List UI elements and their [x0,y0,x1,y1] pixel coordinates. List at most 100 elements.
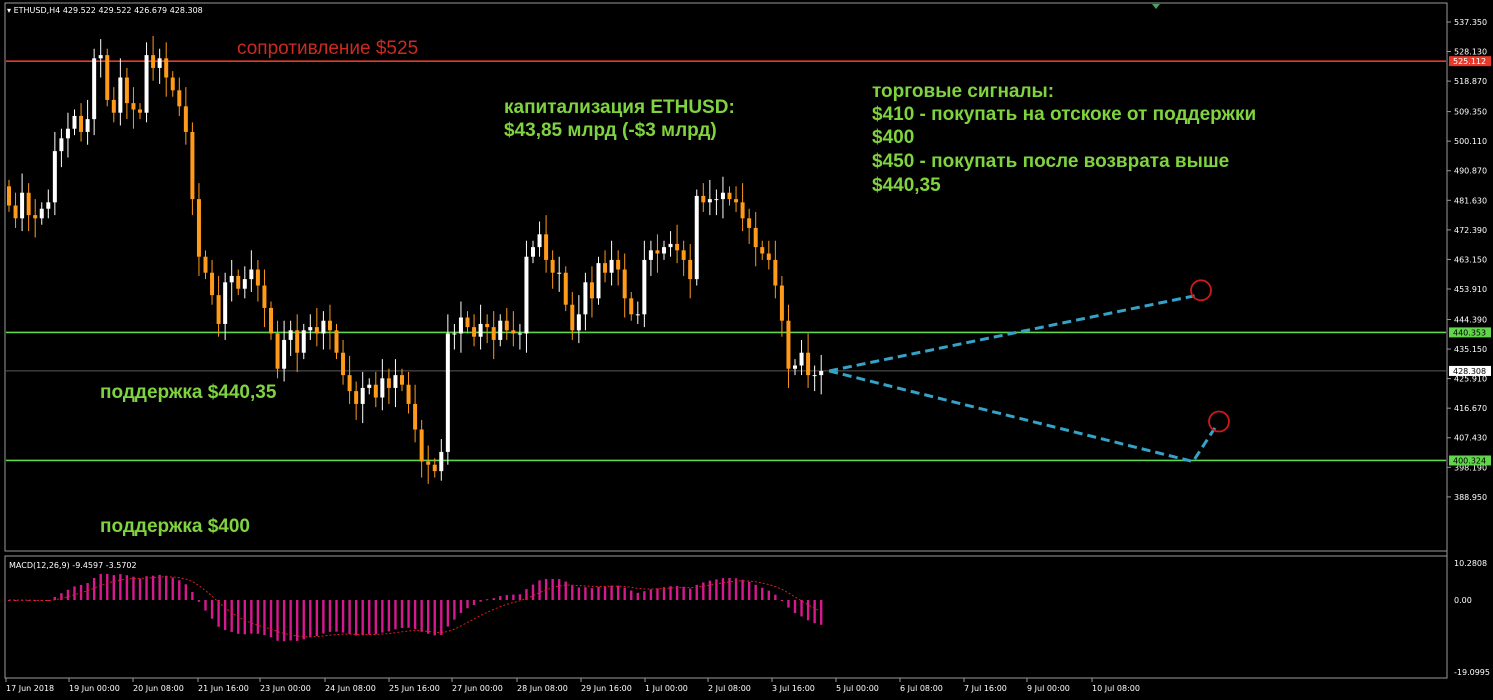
candle-body [321,320,326,334]
candle-body [635,314,640,316]
candle-body [537,234,542,248]
macd-bar [322,600,325,634]
candle-body [138,109,142,113]
candle-body [275,333,280,369]
macd-bar [492,598,495,600]
macd-bar [387,600,391,632]
macd-y-tick-label: 10.2808 [1454,559,1487,568]
macd-bar [210,600,214,619]
candle-body [583,282,588,315]
macd-bar [99,573,102,600]
macd-bar [335,600,338,632]
candle-body [360,387,365,404]
candle-body [419,429,424,462]
candle-body [517,333,522,335]
candle-body [46,202,51,209]
macd-bar [577,587,581,600]
macd-bar [512,594,515,600]
candle-body [170,77,175,91]
macd-bar [197,600,201,602]
y-tick-label: 528.130 [1454,48,1487,57]
y-tick-label: 388.950 [1454,493,1487,502]
macd-bar [571,585,574,600]
candle-body [151,55,156,68]
candle-body [183,106,188,132]
macd-bar [427,600,430,634]
macd-bar [479,600,482,602]
support-label-400: поддержка $400 [100,516,250,537]
candle-body [694,195,699,280]
macd-bar [165,575,168,600]
macd-bar [616,585,620,600]
macd-bar [708,580,712,600]
macd-bar [184,584,188,600]
price-pane[interactable] [4,2,1448,552]
candle-body [190,131,195,200]
macd-bar [446,600,450,627]
candle-body [576,314,581,331]
y-tick-label: 407.430 [1454,434,1487,443]
candle-body [472,327,477,337]
candle-body [380,378,385,398]
macd-bar [793,600,797,614]
candle-body [498,320,503,340]
candle-body [609,259,614,273]
macd-bar [780,600,784,601]
macd-pane[interactable] [4,555,1448,679]
candle-body [452,333,457,335]
macd-bar [309,600,312,638]
y-tick-label: 518.870 [1454,77,1487,86]
y-tick-label: 416.670 [1454,404,1487,413]
candle-body [26,192,31,216]
macd-bar [774,594,777,600]
macd-bar [820,600,823,625]
candle-body [707,199,712,203]
y-tick-label: 472.390 [1454,226,1487,235]
signal-line-1: $410 - покупать на отскоке от поддержки [872,104,1257,125]
chart-shift-marker[interactable] [1152,4,1160,9]
candle-body [478,323,483,337]
macd-bar [230,600,233,632]
macd-bar [656,588,659,600]
candle-body [753,227,758,248]
projection-down-up [828,369,1219,464]
macd-bar [747,581,751,600]
candle-body [295,330,300,353]
macd-bar [269,600,273,638]
resistance-label: сопротивление $525 [237,38,419,59]
price-badge-label: 400.324 [1453,456,1486,465]
candle-body [177,90,182,107]
x-tick-label: 20 Jun 08:00 [133,684,184,693]
candle-body [229,275,234,283]
candle-body [426,461,431,465]
macd-bar [361,600,364,636]
symbol-label: ETHUSD,H4 [13,6,61,15]
candle-body [131,103,136,110]
macd-bar [728,577,731,600]
candle-body [596,263,601,299]
dropdown-arrow-icon[interactable]: ▾ [7,6,11,15]
trading-chart[interactable]: 537.350 528.130 518.870 509.350 500.110 490.8… [0,0,1493,700]
candle-body [20,192,25,219]
candle-body [445,333,450,452]
macd-bar [151,575,155,600]
macd-bar [407,600,410,628]
candle-body [773,259,778,286]
macd-bar [73,586,76,600]
candle-body [524,256,529,334]
candle-body [766,253,771,260]
candle-body [282,339,287,369]
candle-body [688,259,693,280]
candle-body [301,330,306,353]
candle-body [557,272,562,274]
candle-body [570,304,575,331]
macd-bar [610,585,613,600]
macd-bar [138,578,142,600]
y-tick-label: 481.630 [1454,196,1487,205]
candle-body [734,199,739,203]
macd-bar [250,600,253,634]
candle-body [747,218,752,228]
macd-bar [413,600,417,630]
x-tick-label: 24 Jun 08:00 [325,684,376,693]
candle-body [223,282,228,324]
